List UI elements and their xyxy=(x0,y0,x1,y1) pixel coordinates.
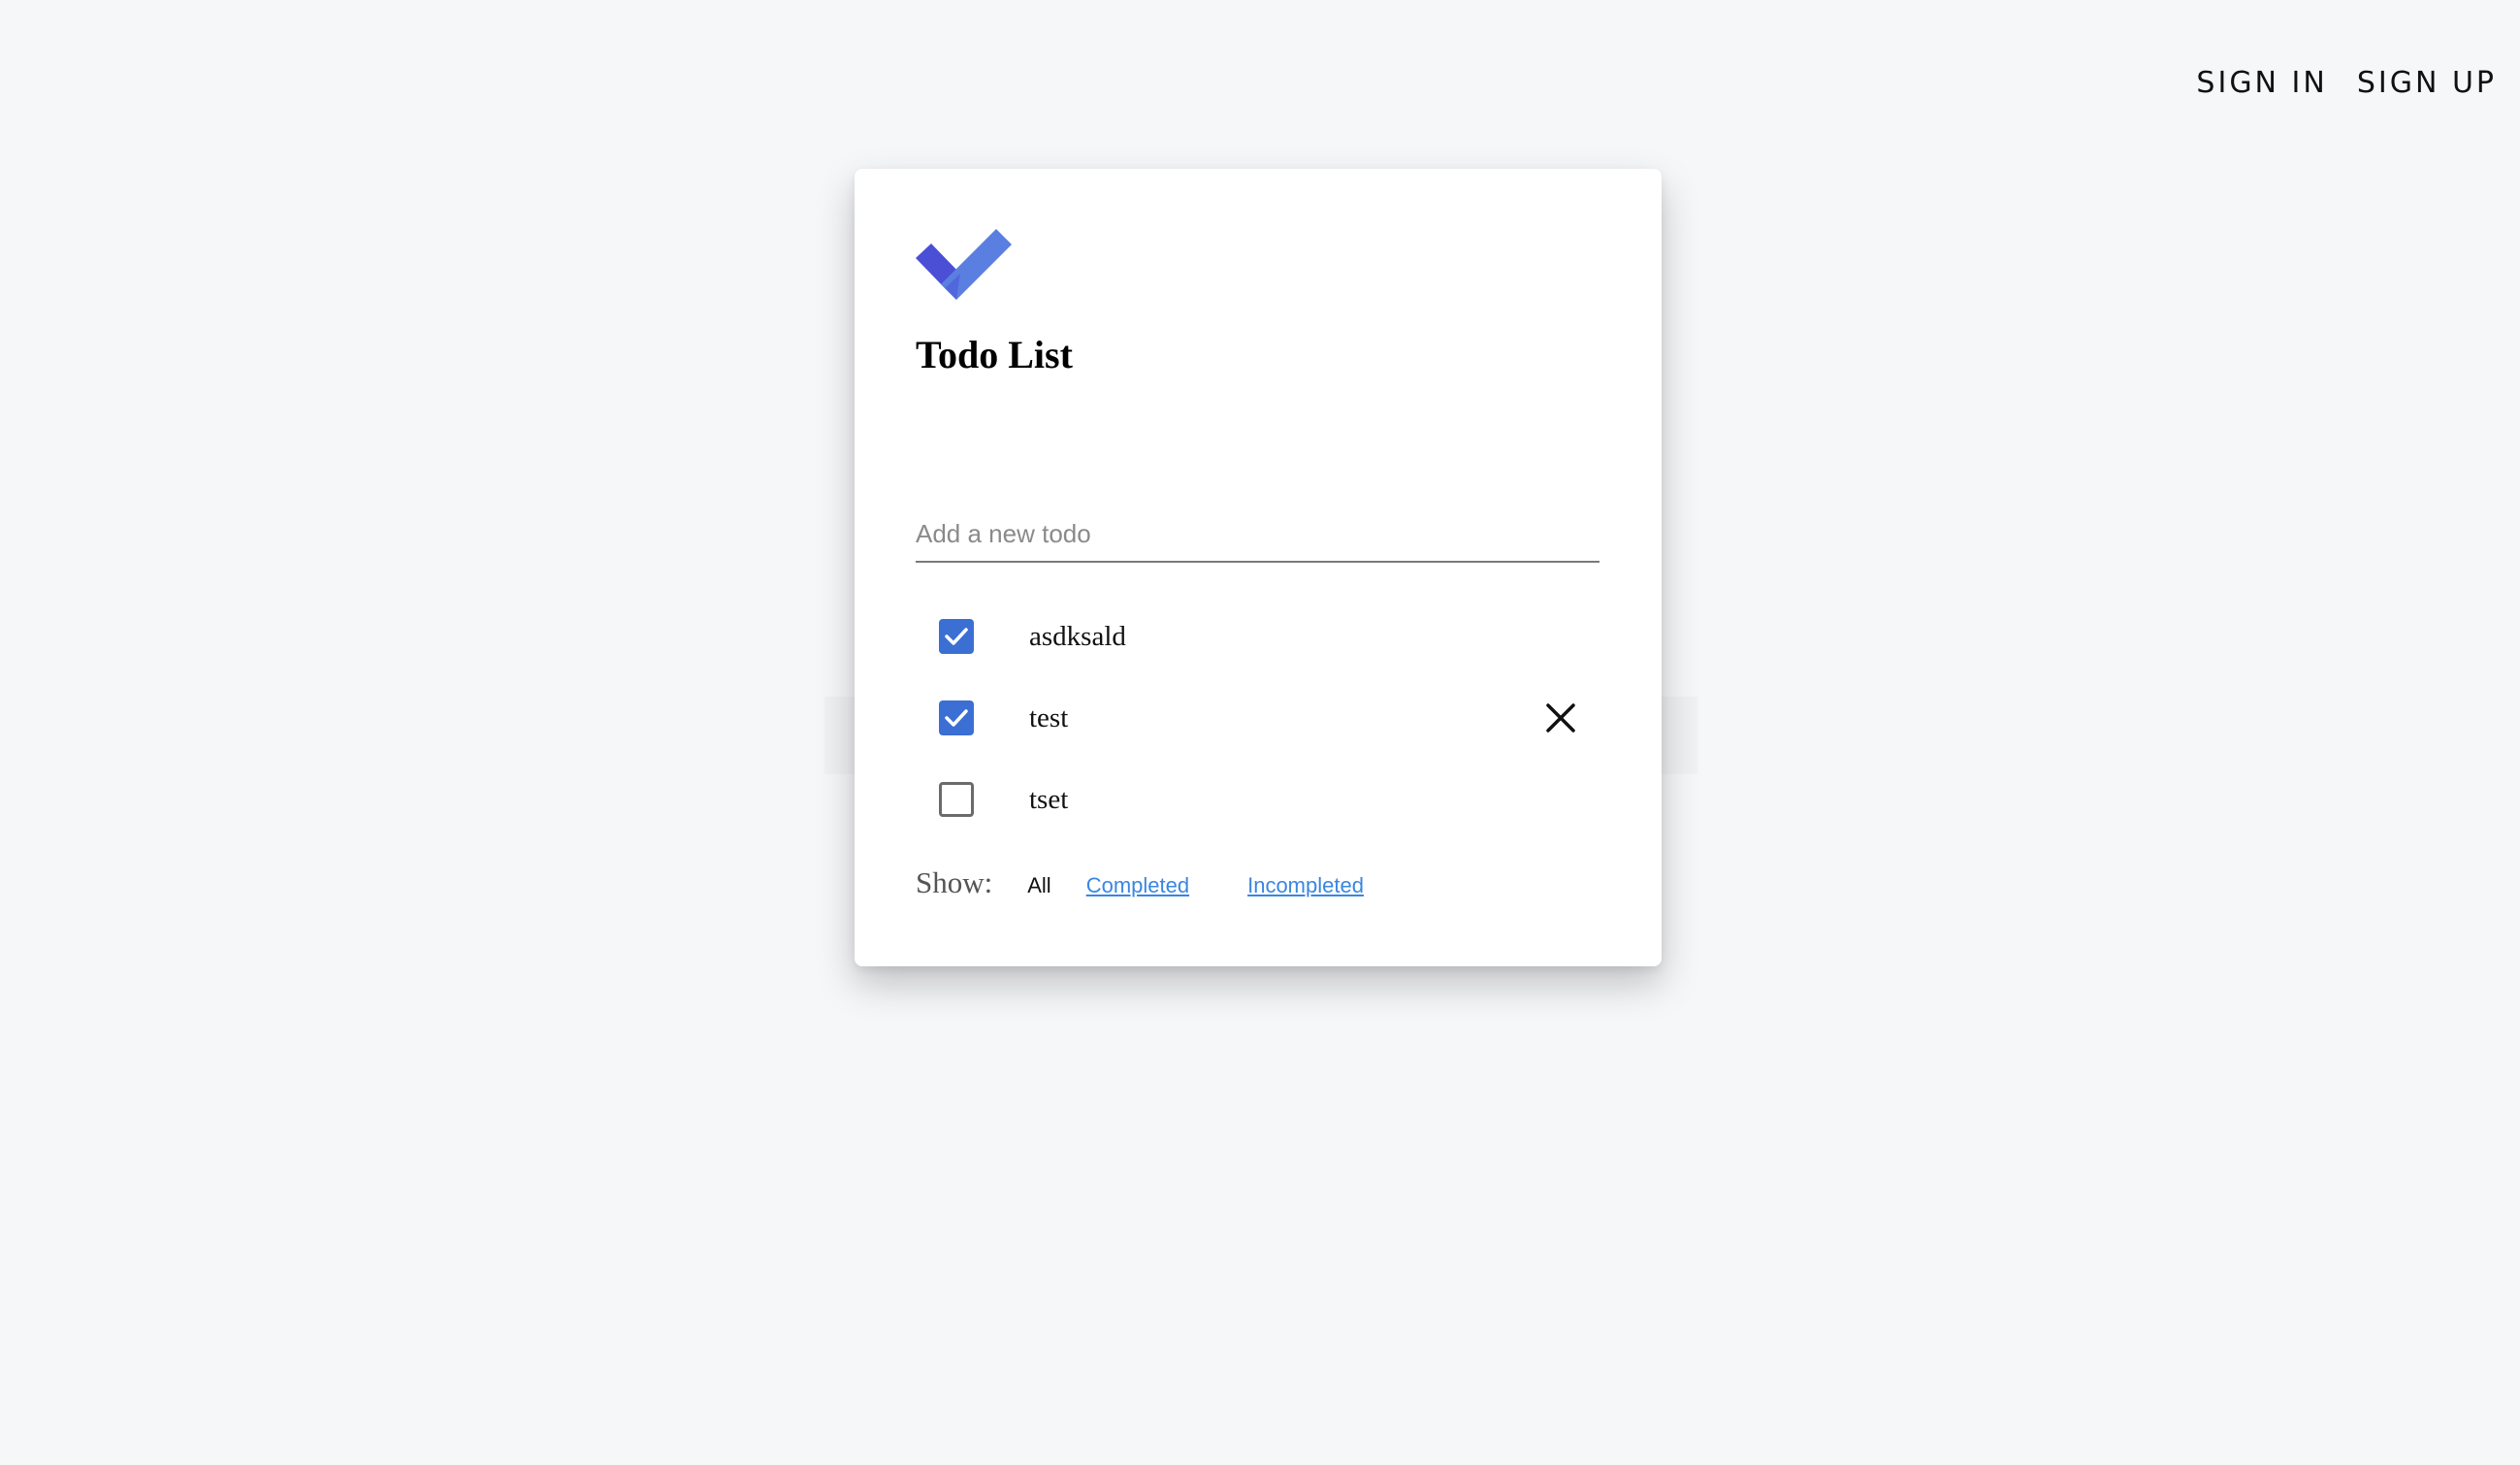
todo-item: asdksald xyxy=(916,596,1599,677)
filter-bar: Show: All Completed Incompleted xyxy=(916,865,1364,900)
filter-incompleted-link[interactable]: Incompleted xyxy=(1247,873,1364,898)
new-todo-input[interactable] xyxy=(916,506,1599,563)
todo-checkbox-checked[interactable] xyxy=(939,700,974,735)
filter-completed-link[interactable]: Completed xyxy=(1086,873,1189,898)
sign-in-link[interactable]: SIGN IN xyxy=(2196,66,2327,100)
todo-list: asdksald test tset xyxy=(916,596,1599,840)
todo-card: Todo List asdksald test xyxy=(855,169,1662,966)
todo-text: test xyxy=(1029,701,1069,733)
todo-text: tset xyxy=(1029,783,1069,815)
close-icon[interactable] xyxy=(1542,700,1579,736)
todo-item: tset xyxy=(916,759,1599,840)
checkmark-icon xyxy=(945,709,968,727)
todo-text: asdksald xyxy=(1029,620,1126,652)
filter-label: Show: xyxy=(916,865,993,899)
todo-checkbox-unchecked[interactable] xyxy=(939,782,974,817)
checkmark-icon xyxy=(945,628,968,645)
top-nav: SIGN IN SIGN UP xyxy=(2196,66,2497,100)
filter-all[interactable]: All xyxy=(1027,873,1050,898)
double-check-icon xyxy=(916,229,1012,300)
page-title: Todo List xyxy=(916,333,1073,376)
sign-up-link[interactable]: SIGN UP xyxy=(2357,66,2497,100)
todo-checkbox-checked[interactable] xyxy=(939,619,974,654)
todo-item: test xyxy=(916,677,1599,759)
